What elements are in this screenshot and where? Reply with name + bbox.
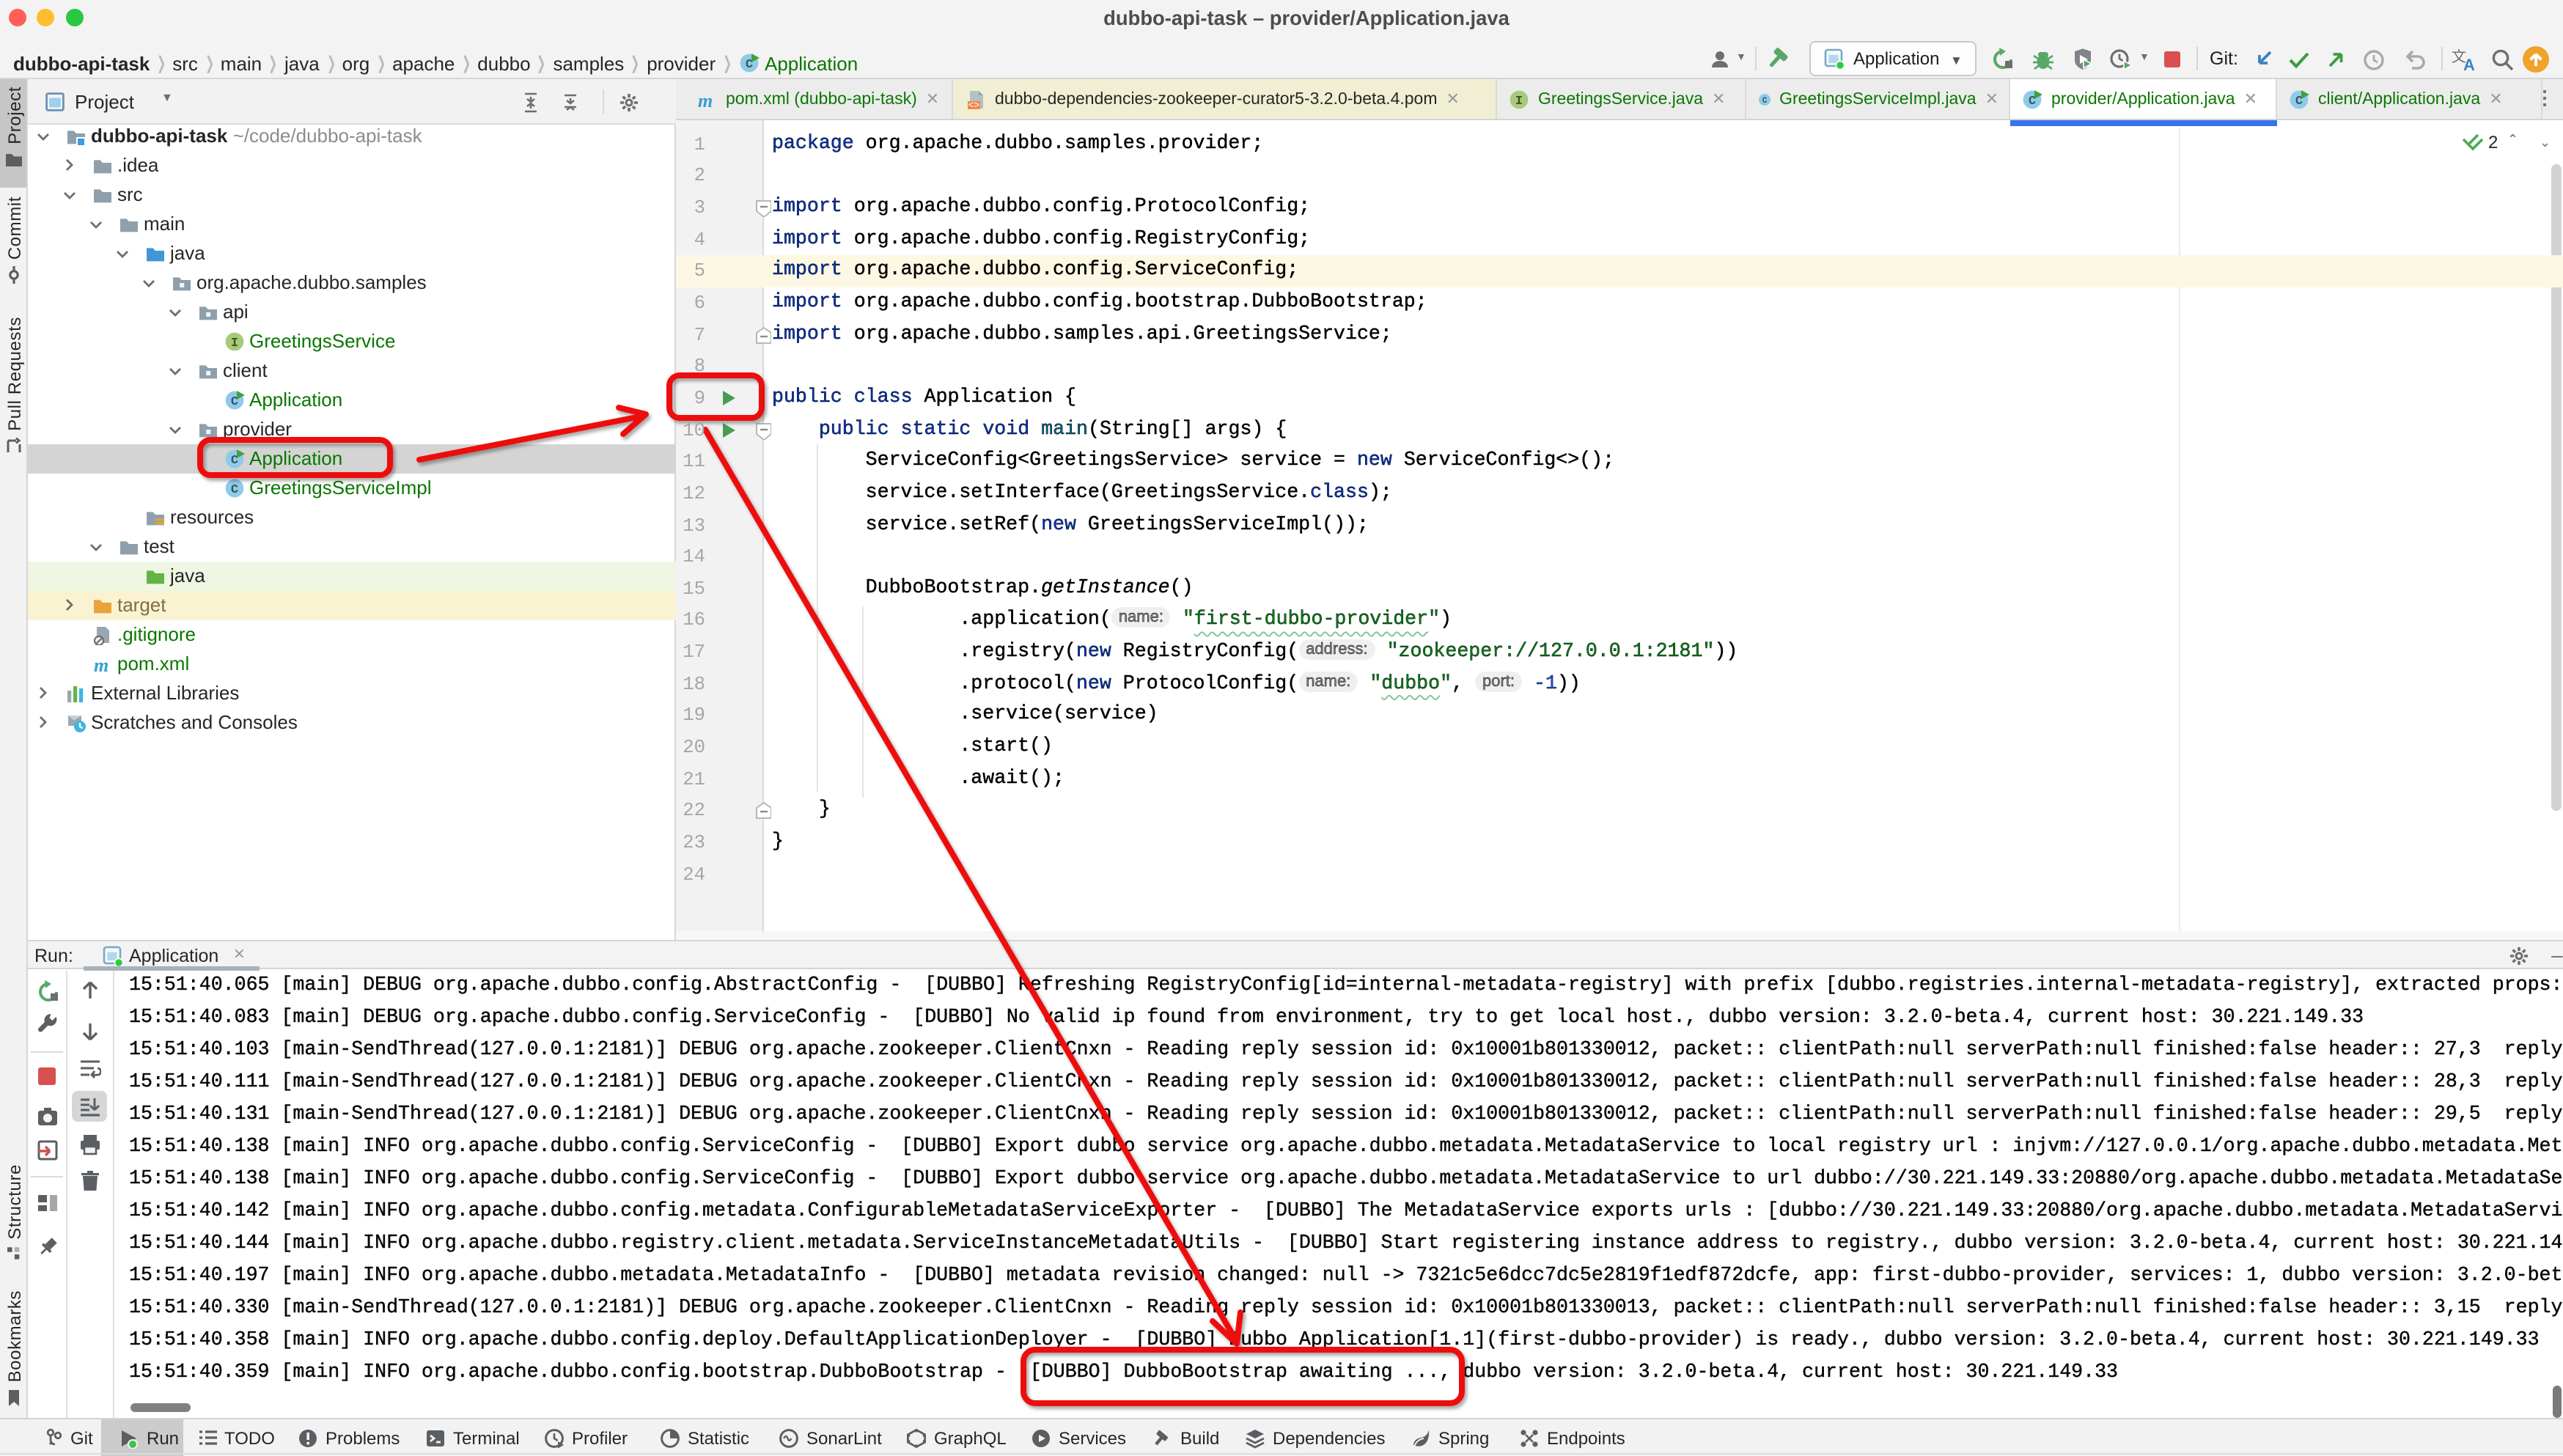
svg-text:<>: <> — [968, 99, 979, 109]
svg-text:I: I — [1515, 94, 1523, 108]
svg-text:m: m — [94, 654, 109, 674]
svg-text:I: I — [231, 336, 238, 350]
svg-text:C: C — [1762, 96, 1767, 105]
svg-text:m: m — [698, 89, 713, 109]
svg-text:A: A — [2463, 56, 2475, 72]
svg-text:C: C — [231, 482, 238, 496]
